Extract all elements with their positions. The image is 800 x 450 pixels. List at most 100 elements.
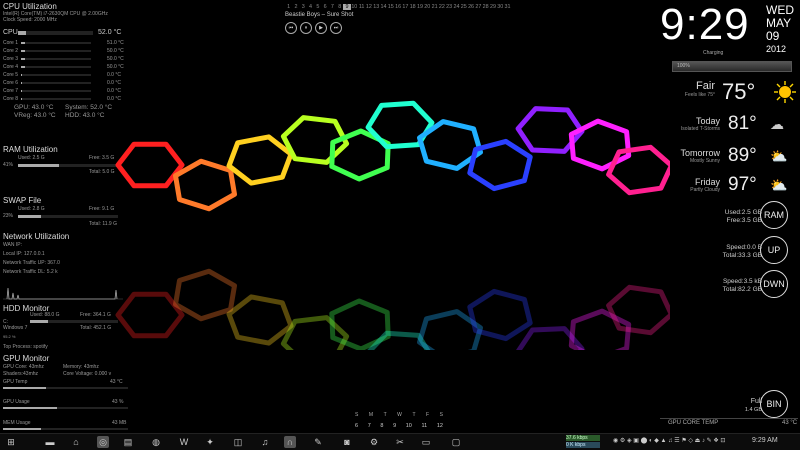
date-cell[interactable]: 8 xyxy=(380,423,383,429)
headphones-icon[interactable]: ∩ xyxy=(284,436,296,448)
upload-meter-button[interactable]: UP xyxy=(760,236,788,264)
day-cell[interactable]: 19 xyxy=(416,4,423,10)
core-name: Core 5 xyxy=(3,72,19,78)
mem-usage-bar xyxy=(3,428,128,430)
day-cell[interactable]: 1 xyxy=(285,4,292,10)
day-cell[interactable]: 18 xyxy=(409,4,416,10)
day-cell[interactable]: 30 xyxy=(497,4,504,10)
core-temp: 50.0 °C xyxy=(107,48,124,54)
core-name: Core 6 xyxy=(3,80,19,86)
core-name: Core 4 xyxy=(3,64,19,70)
play-icon[interactable]: ▶ xyxy=(315,22,327,34)
chrome-icon[interactable]: ◍ xyxy=(150,436,162,448)
camera-icon[interactable]: ◙ xyxy=(341,436,353,448)
core-bar xyxy=(21,66,91,68)
day-cell[interactable]: 21 xyxy=(431,4,438,10)
date-cell[interactable]: 12 xyxy=(437,423,443,429)
ring xyxy=(226,134,294,186)
core-bar xyxy=(21,50,91,52)
day-cell[interactable]: 17 xyxy=(402,4,409,10)
start-icon[interactable]: ⊞ xyxy=(5,436,17,448)
forecast-row: Tomorrow Mostly Sunny xyxy=(680,148,720,164)
date-cell[interactable]: 6 xyxy=(355,423,358,429)
weekday-label: F xyxy=(426,412,430,418)
sun-icon xyxy=(774,81,796,103)
day-cell[interactable]: 24 xyxy=(453,4,460,10)
day-cell[interactable]: 12 xyxy=(365,4,372,10)
core-bar xyxy=(21,82,91,84)
forecast-temp: 81° xyxy=(728,113,757,134)
day-cell[interactable]: 14 xyxy=(380,4,387,10)
day-cell[interactable]: 3 xyxy=(300,4,307,10)
day-cell[interactable]: 28 xyxy=(482,4,489,10)
word-icon[interactable]: W xyxy=(178,436,190,448)
gpu-core-temp-label: GPU CORE TEMP xyxy=(668,420,719,426)
ring-reflection xyxy=(606,284,670,336)
terminal-icon[interactable]: ▭ xyxy=(420,436,432,448)
mini-calendar: S M T W T F S 6 7 8 9 10 11 12 xyxy=(355,412,443,429)
document-icon[interactable]: ▤ xyxy=(122,436,134,448)
game-icon[interactable]: ✦ xyxy=(204,436,216,448)
day-cell[interactable]: 6 xyxy=(321,4,328,10)
gpu-temp: GPU: 43.0 °C xyxy=(14,104,54,111)
recycle-bin-button[interactable]: BIN xyxy=(760,390,788,418)
cpu-bar xyxy=(18,31,93,35)
down-meter-text: Speed:3.5 kB Total:82.2 GB xyxy=(722,278,762,293)
weather-now-sub: Feels like 75° xyxy=(684,92,715,98)
folder-icon[interactable]: ▬ xyxy=(44,436,56,448)
day-cell[interactable]: 9 xyxy=(343,4,351,10)
date-cell[interactable]: 7 xyxy=(368,423,371,429)
day-cell[interactable]: 26 xyxy=(467,4,474,10)
day-cell[interactable]: 27 xyxy=(475,4,482,10)
gpu-core: GPU Core: 43mhz xyxy=(3,364,44,370)
gpu-temp-value: 43 °C xyxy=(110,379,123,385)
date-cell[interactable]: 10 xyxy=(406,423,412,429)
day-cell[interactable]: 16 xyxy=(394,4,401,10)
day-cell[interactable]: 11 xyxy=(358,4,365,10)
day-cell[interactable]: 15 xyxy=(387,4,394,10)
next-icon[interactable]: ⏭ xyxy=(330,22,342,34)
top-process: Top Process: spotify xyxy=(3,344,48,350)
day-cell[interactable]: 13 xyxy=(373,4,380,10)
music-icon[interactable]: ♫ xyxy=(259,436,271,448)
gpu-usage-label: GPU Usage xyxy=(3,399,30,405)
screen-icon[interactable]: ▢ xyxy=(450,436,462,448)
ram-used: Used: 2.5 G xyxy=(18,155,45,161)
gamepad-icon[interactable]: ◫ xyxy=(232,436,244,448)
day-cell[interactable]: 5 xyxy=(314,4,321,10)
prev-icon[interactable]: ⏮ xyxy=(285,22,297,34)
core-row: Core 5 0.0 °C xyxy=(3,72,125,80)
day-cell[interactable]: 8 xyxy=(336,4,343,10)
net-speed-2: 0 K kbps xyxy=(566,442,600,448)
taskbar-clock[interactable]: 9:29 AM xyxy=(752,437,778,444)
core-temp: 51.0 °C xyxy=(107,40,124,46)
day-cell[interactable]: 31 xyxy=(504,4,511,10)
network-graph xyxy=(3,287,123,300)
home-icon[interactable]: ⌂ xyxy=(70,436,82,448)
day-cell[interactable]: 25 xyxy=(460,4,467,10)
ram-bar xyxy=(18,164,118,167)
ring xyxy=(606,144,670,196)
swap-title: SWAP File xyxy=(3,196,42,205)
day-cell[interactable]: 20 xyxy=(424,4,431,10)
day-cell[interactable]: 2 xyxy=(292,4,299,10)
day-cell[interactable]: 7 xyxy=(329,4,336,10)
day-cell[interactable]: 22 xyxy=(438,4,445,10)
ram-meter-button[interactable]: RAM xyxy=(760,201,788,229)
tools-icon[interactable]: ✂ xyxy=(394,436,406,448)
date-cell[interactable]: 9 xyxy=(393,423,396,429)
day-cell[interactable]: 10 xyxy=(351,4,358,10)
media-icon[interactable]: ◎ xyxy=(97,436,109,448)
day-cell[interactable]: 4 xyxy=(307,4,314,10)
date-cell[interactable]: 11 xyxy=(422,423,428,429)
day-cell[interactable]: 29 xyxy=(489,4,496,10)
gear-icon[interactable]: ⚙ xyxy=(368,436,380,448)
paint-icon[interactable]: ✎ xyxy=(312,436,324,448)
gpu-core-temp-value: 43 °C xyxy=(782,420,798,426)
tray-icons[interactable]: ◉ ⚙ ◈ ▣ ⬤ ◐ ◆ ▲ ♫ ☰ ⚑ ◇ ⏏ ♪ ✎ ❖ ⊡ xyxy=(613,437,725,444)
download-meter-button[interactable]: DWN xyxy=(760,270,788,298)
forecast-name: Tomorrow xyxy=(680,148,720,158)
core-bar xyxy=(21,74,91,76)
day-cell[interactable]: 23 xyxy=(446,4,453,10)
pause-icon[interactable]: ⏸ xyxy=(300,22,312,34)
